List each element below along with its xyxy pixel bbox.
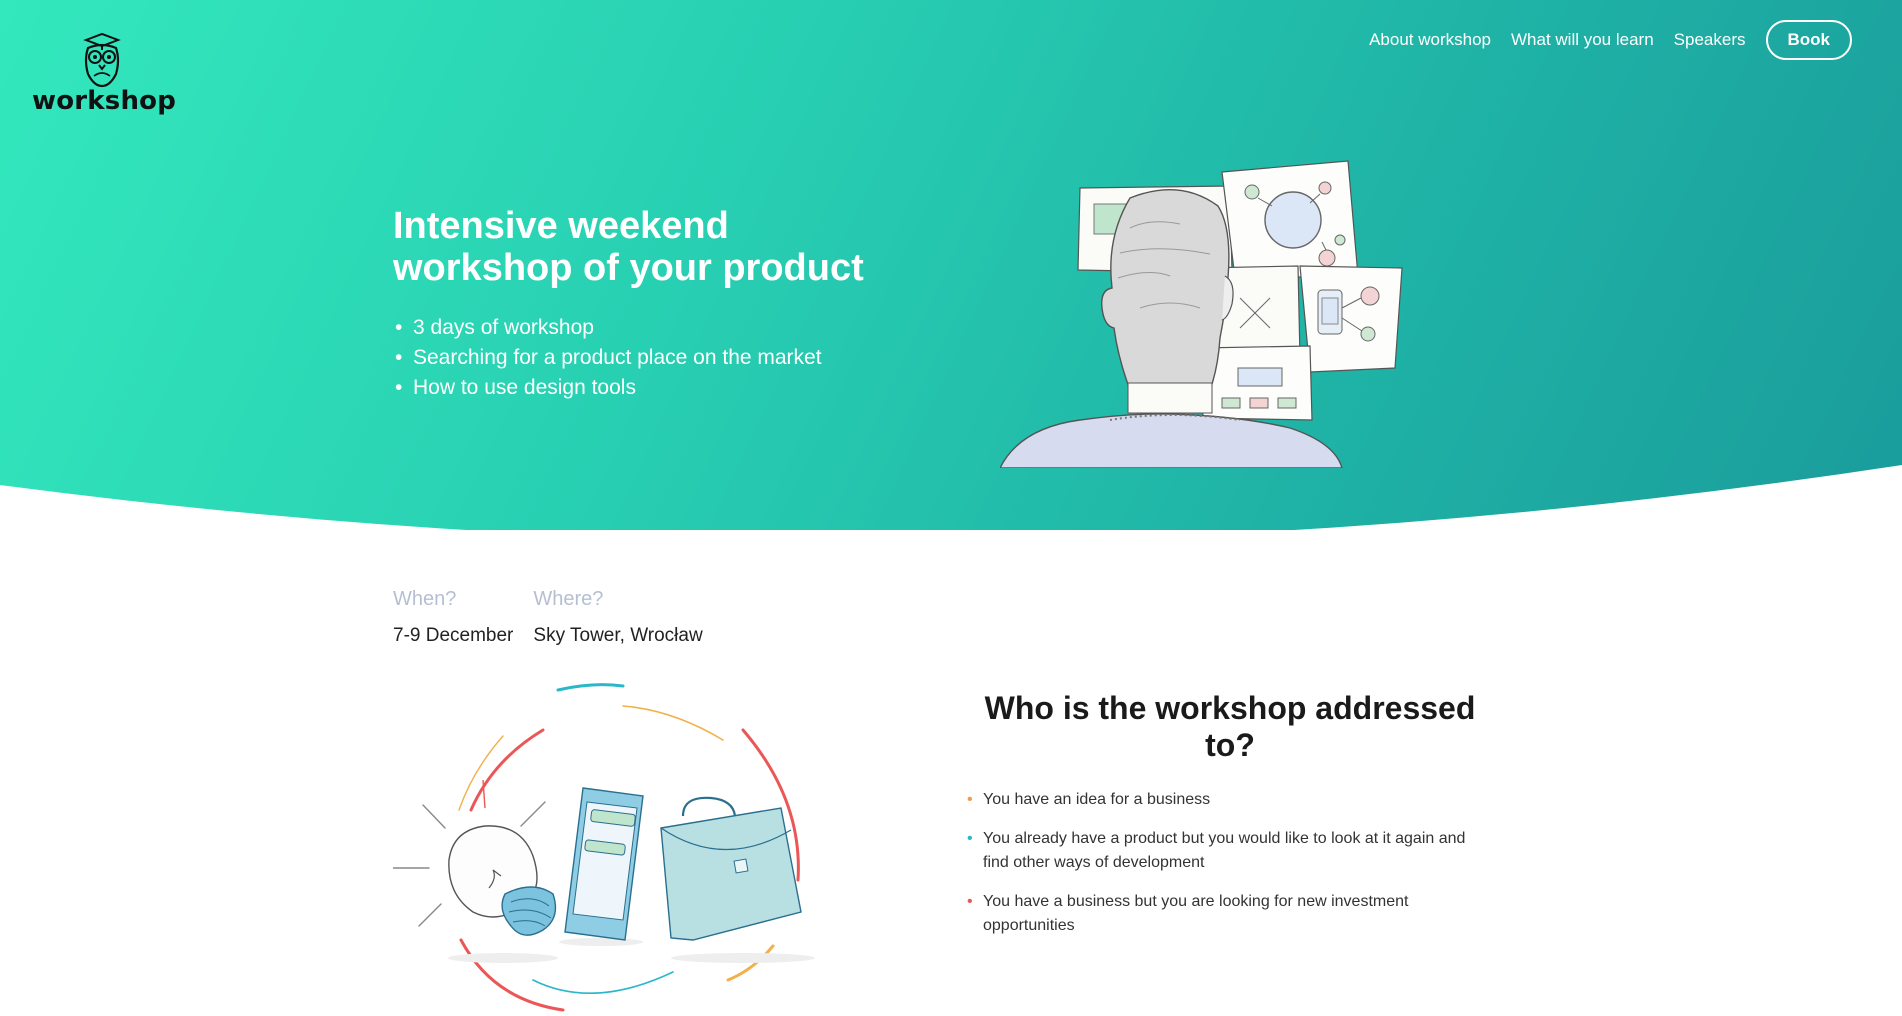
where-label: Where?	[533, 588, 604, 610]
hero-title-line-2: workshop of your product	[393, 247, 864, 289]
where-value: Sky Tower, Wrocław	[533, 625, 703, 646]
hero-title: Intensive weekend workshop of your produ…	[393, 205, 913, 289]
brand-logo[interactable]: workshop	[32, 30, 177, 116]
audience-item-text: You have an idea for a business	[983, 791, 1211, 808]
audience-item: • You have an idea for a business	[965, 788, 1495, 812]
nav-what-will-you-learn[interactable]: What will you learn	[1511, 30, 1654, 50]
hero-feature-item: 3 days of workshop	[393, 313, 822, 343]
audience-item: • You have a business but you are lookin…	[965, 890, 1495, 938]
when-block: When? 7-9 December	[393, 588, 513, 647]
when-label: When?	[393, 588, 457, 610]
audience-title: Who is the workshop addressed to?	[984, 690, 1476, 763]
hero-feature-item: Searching for a product place on the mar…	[393, 343, 822, 373]
hero-feature-item: How to use design tools	[393, 373, 822, 403]
bullet-dot-icon: •	[967, 830, 973, 847]
audience-item-text: You already have a product but you would…	[983, 830, 1466, 871]
bullet-dot-icon: •	[967, 791, 973, 808]
bullet-dot-icon: •	[967, 893, 973, 910]
audience-section: Who is the workshop addressed to? • You …	[965, 690, 1495, 953]
bulb-phone-briefcase-illustration	[393, 683, 815, 1012]
owl-icon	[83, 32, 121, 88]
hero-title-line-1: Intensive weekend	[393, 205, 729, 247]
hero-feature-list: 3 days of workshop Searching for a produ…	[393, 313, 822, 403]
audience-list: • You have an idea for a business • You …	[965, 788, 1495, 938]
brand-name: workshop	[32, 86, 177, 116]
audience-item-text: You have a business but you are looking …	[983, 893, 1409, 934]
where-block: Where? Sky Tower, Wrocław	[533, 588, 702, 647]
hero-section	[0, 0, 1902, 530]
book-button[interactable]: Book	[1765, 20, 1852, 60]
nav-speakers[interactable]: Speakers	[1674, 30, 1746, 50]
man-with-diagrams-illustration	[1000, 160, 1403, 468]
event-info: When? 7-9 December Where? Sky Tower, Wro…	[393, 588, 703, 647]
when-value: 7-9 December	[393, 625, 514, 646]
audience-item: • You already have a product but you wou…	[965, 827, 1495, 875]
nav-about-workshop[interactable]: About workshop	[1369, 30, 1491, 50]
top-navigation: About workshop What will you learn Speak…	[1369, 20, 1852, 60]
